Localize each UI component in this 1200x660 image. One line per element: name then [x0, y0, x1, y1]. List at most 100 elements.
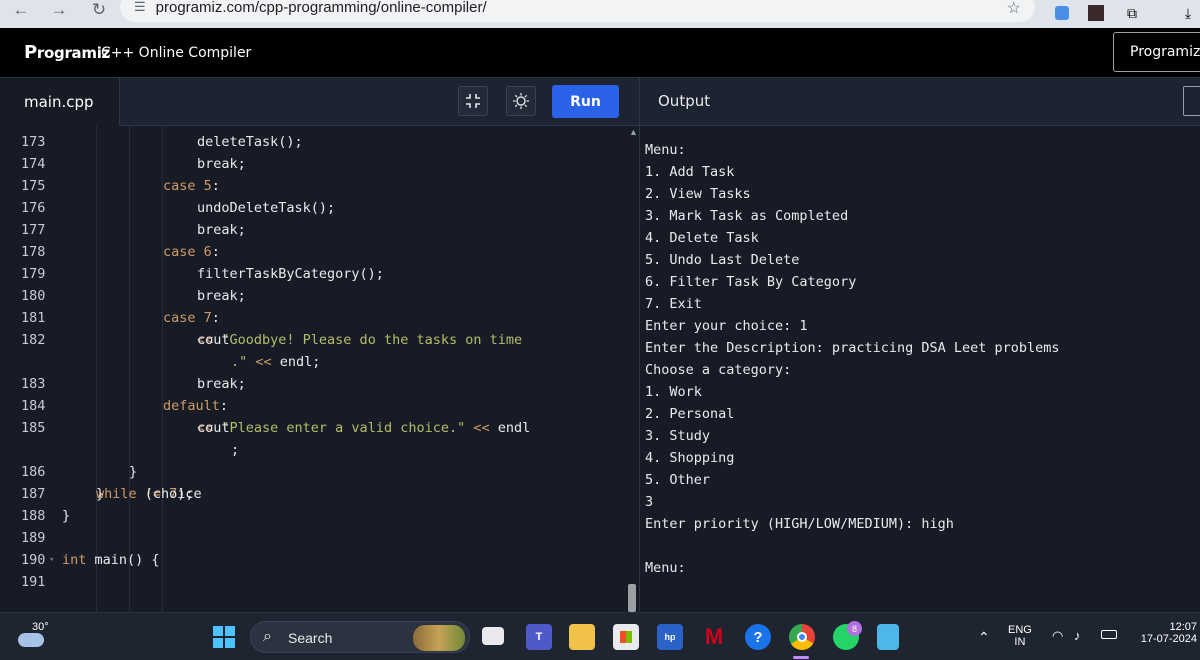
search-icon: ⌕ [263, 628, 272, 645]
code-text: cout << "Goodbye! Please do the tasks on… [197, 332, 523, 348]
file-explorer-icon[interactable] [569, 624, 595, 650]
active-app-indicator [793, 656, 809, 659]
output-line: 3 [645, 494, 654, 510]
code-line[interactable]: ." << endl; [0, 351, 630, 373]
task-view-icon[interactable] [482, 627, 504, 645]
code-text: ." << endl; [231, 354, 321, 370]
site-info-icon[interactable]: ☰ [134, 0, 146, 15]
code-line[interactable]: 182 cout << "Goodbye! Please do the tasks… [0, 329, 630, 351]
editor-scrollbar[interactable] [628, 584, 636, 612]
fold-arrow-icon[interactable]: ▾ [49, 549, 54, 571]
hp-icon[interactable]: hp [657, 624, 683, 650]
code-text: cout << "Please enter a valid choice." <… [197, 420, 531, 436]
code-line[interactable]: 178 case 6: [0, 241, 630, 263]
page-title: C++ Online Compiler [101, 45, 252, 61]
output-line: 2. Personal [645, 406, 735, 422]
cloud-icon[interactable] [18, 633, 44, 647]
code-line[interactable]: 173 deleteTask(); [0, 131, 630, 153]
line-number: 181 [21, 310, 46, 326]
run-button[interactable]: Run [552, 85, 619, 118]
line-number: 180 [21, 288, 46, 304]
start-icon[interactable] [213, 626, 235, 648]
theme-toggle-icon[interactable] [506, 86, 536, 116]
code-line[interactable]: 181 case 7: [0, 307, 630, 329]
code-line[interactable]: 188} [0, 505, 630, 527]
reload-icon[interactable]: ↻ [88, 0, 110, 21]
code-line[interactable]: 186} [0, 461, 630, 483]
clock[interactable]: 12:07 17-07-2024 [1133, 621, 1197, 645]
line-number: 182 [21, 332, 46, 348]
url-text: programiz.com/cpp-programming/online-com… [155, 0, 487, 16]
chrome-icon[interactable] [789, 624, 815, 650]
wifi-icon[interactable]: ◠ [1052, 628, 1063, 644]
extension-icon[interactable] [1052, 3, 1072, 23]
notepad-icon[interactable] [877, 624, 899, 650]
output-line: Enter priority (HIGH/LOW/MEDIUM): high [645, 516, 954, 532]
code-line[interactable]: 185 cout << "Please enter a valid choice.… [0, 417, 630, 439]
address-bar[interactable]: ☰ programiz.com/cpp-programming/online-c… [120, 0, 1035, 22]
line-number: 174 [21, 156, 46, 172]
programiz-logo[interactable]: Programiz [24, 42, 110, 63]
language-indicator[interactable]: ENG IN [1008, 624, 1032, 648]
line-number: 176 [21, 200, 46, 216]
code-line[interactable]: 189 [0, 527, 630, 549]
store-icon[interactable] [613, 624, 639, 650]
output-line: 4. Delete Task [645, 230, 759, 246]
download-icon[interactable]: ⤓ [1178, 3, 1198, 23]
clear-output-button[interactable] [1183, 86, 1200, 116]
weather-temperature[interactable]: 30° [32, 621, 49, 633]
code-line[interactable]: 176 undoDeleteTask(); [0, 197, 630, 219]
output-line: Menu: [645, 560, 686, 576]
notification-badge: 8 [847, 621, 862, 636]
line-number: 187 [21, 486, 46, 502]
chevron-up-icon[interactable]: ⌃ [978, 629, 990, 646]
output-line: 7. Exit [645, 296, 702, 312]
code-text: case 7: [163, 310, 220, 326]
output-line: 6. Filter Task By Category [645, 274, 857, 290]
line-number: 177 [21, 222, 46, 238]
line-number: 175 [21, 178, 46, 194]
file-tab-main[interactable]: main.cpp [0, 78, 120, 126]
code-line[interactable]: ; [0, 439, 630, 461]
output-line: 5. Other [645, 472, 711, 488]
line-number: 190 [21, 552, 46, 568]
help-icon[interactable]: ? [745, 624, 771, 650]
taskbar-search[interactable]: ⌕ Search [250, 621, 470, 653]
code-line[interactable]: 190 ▾ int main() { [0, 549, 630, 571]
programiz-pro-button[interactable]: Programiz [1113, 32, 1200, 72]
editor-toolbar: main.cpp Run Output [0, 78, 1200, 126]
line-number: 188 [21, 508, 46, 524]
scroll-up-icon[interactable]: ▲ [629, 127, 638, 137]
line-number: 183 [21, 376, 46, 392]
bookmark-star-icon[interactable]: ☆ [1007, 0, 1021, 18]
output-line: 1. Work [645, 384, 702, 400]
extension-icon[interactable] [1086, 3, 1106, 23]
puzzle-icon[interactable]: ⧉ [1122, 3, 1142, 23]
code-line[interactable]: 184 default: [0, 395, 630, 417]
code-line[interactable]: 175 case 5: [0, 175, 630, 197]
code-line[interactable]: 180 break; [0, 285, 630, 307]
teams-icon[interactable]: T [526, 624, 552, 650]
arrow-right-icon[interactable]: → [48, 0, 70, 21]
code-line[interactable]: 174 break; [0, 153, 630, 175]
code-line[interactable]: 183 break; [0, 373, 630, 395]
line-number: 186 [21, 464, 46, 480]
output-panel[interactable]: Menu: 1. Add Task 2. View Tasks 3. Mark Tas… [639, 126, 1200, 612]
fullscreen-icon[interactable] [458, 86, 488, 116]
code-text: case 6: [163, 244, 220, 260]
code-editor[interactable]: 173 deleteTask(); 174 break; 175 case 5: 176 un… [0, 126, 639, 612]
output-line: 2. View Tasks [645, 186, 751, 202]
code-line[interactable]: 177 break; [0, 219, 630, 241]
volume-icon[interactable]: ♪ [1074, 628, 1081, 643]
output-line: 1. Add Task [645, 164, 735, 180]
output-line: 5. Undo Last Delete [645, 252, 800, 268]
output-line: 3. Mark Task as Completed [645, 208, 849, 224]
battery-icon[interactable] [1101, 630, 1117, 642]
code-line[interactable]: 191 [0, 571, 630, 593]
mcafee-icon[interactable]: M [701, 624, 727, 650]
output-line: 4. Shopping [645, 450, 735, 466]
code-line[interactable]: 179 filterTaskByCategory(); [0, 263, 630, 285]
code-line[interactable]: 187} while (choice != 7); [0, 483, 630, 505]
arrow-left-icon[interactable]: ← [10, 0, 32, 21]
app-header: Programiz C++ Online Compiler Programiz [0, 28, 1200, 78]
